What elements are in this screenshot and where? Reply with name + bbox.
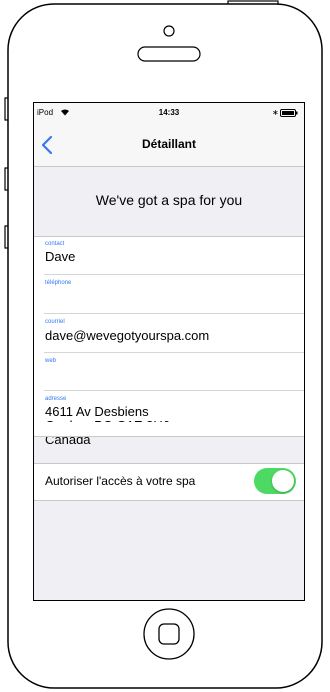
status-time: 14:33 [158, 108, 180, 117]
access-toggle-row: Autoriser l'accès à votre spa [34, 463, 304, 501]
page-title: Détaillant [141, 137, 196, 151]
speaker [137, 46, 201, 62]
field-label: téléphone [45, 280, 72, 286]
field-label: adresse [45, 396, 67, 402]
contact-details-group: contact Dave téléphone courriel dave@wev… [34, 236, 304, 447]
bluetooth-icon: ∗ [272, 108, 279, 117]
screen: iPod 14:33 ∗ Détaillant We've got a spa … [34, 103, 304, 600]
field-label: courriel [45, 319, 65, 325]
battery-icon [280, 109, 298, 119]
access-toggle-switch[interactable] [254, 468, 296, 494]
field-value: Dave [45, 249, 76, 264]
status-bar: iPod 14:33 ∗ [34, 103, 304, 123]
field-label: web [45, 358, 57, 364]
camera [163, 25, 175, 37]
address-field-background [34, 422, 304, 437]
field-label: contact [45, 241, 65, 247]
toggle-knob [272, 470, 294, 492]
access-toggle-label: Autoriser l'accès à votre spa [45, 474, 196, 488]
section-header: We've got a spa for you [95, 192, 243, 208]
field-value: dave@wevegotyourspa.com [45, 328, 210, 343]
home-button[interactable] [144, 609, 194, 659]
navigation-bar: Détaillant [34, 123, 304, 167]
